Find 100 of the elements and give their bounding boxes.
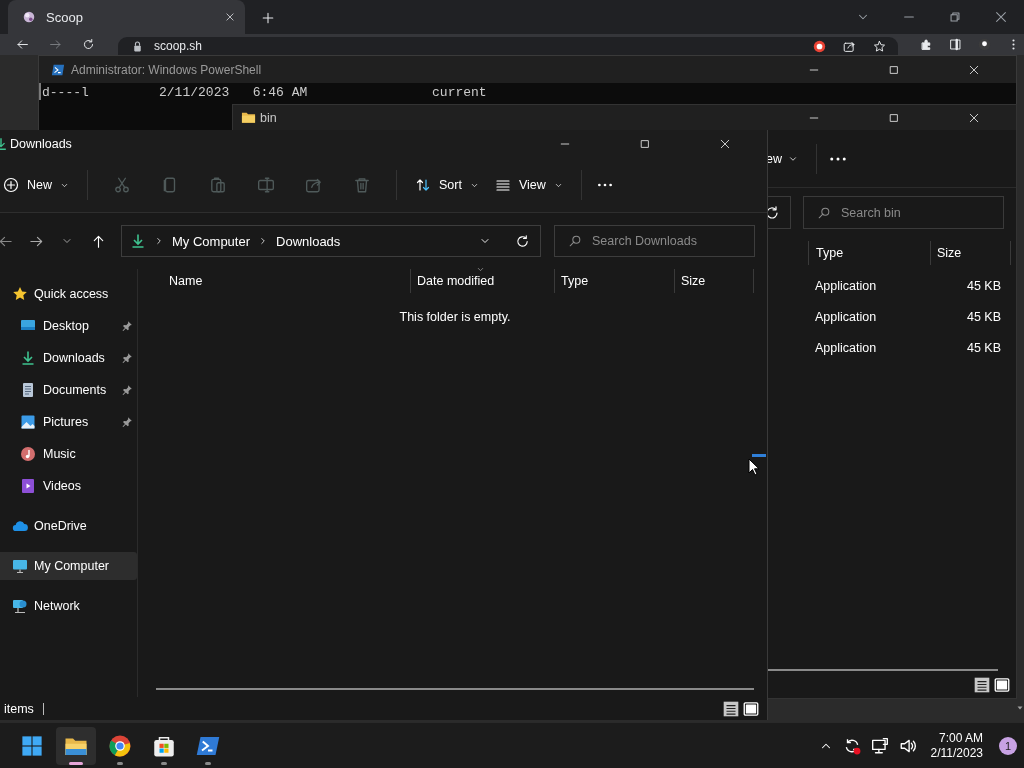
- window-title: bin: [260, 110, 277, 125]
- table-cell-text: Application: [814, 308, 878, 326]
- store-bag-icon: [152, 734, 176, 758]
- search-icon: [817, 205, 831, 220]
- sort-caret-icon: [476, 265, 485, 274]
- powershell-icon: [196, 734, 220, 758]
- share-icon[interactable]: [843, 39, 856, 53]
- folder-icon: [241, 110, 256, 125]
- star-icon: [12, 286, 28, 302]
- close-icon[interactable]: [225, 12, 235, 22]
- scissors-icon: [113, 176, 131, 194]
- rename-icon: [257, 176, 275, 194]
- sort-icon: [415, 177, 431, 193]
- sidebar-item[interactable]: Documents: [0, 376, 137, 404]
- back-icon[interactable]: [16, 38, 29, 51]
- network-icon: [12, 598, 28, 614]
- refresh-icon[interactable]: [515, 233, 530, 249]
- plus-icon[interactable]: [261, 11, 275, 25]
- sidebar-item[interactable]: Desktop: [0, 312, 137, 340]
- reload-icon[interactable]: [82, 38, 95, 51]
- picture-icon: [20, 414, 36, 430]
- search-icon: [568, 234, 582, 248]
- music-icon: [20, 446, 36, 462]
- column-header[interactable]: Type: [808, 241, 930, 265]
- sidebar-item[interactable]: Pictures: [0, 408, 137, 436]
- plus-circle-icon: [3, 177, 19, 193]
- toolbar-menu-button[interactable]: View: [486, 168, 571, 202]
- breadcrumb[interactable]: My Computer: [172, 233, 251, 249]
- column-header[interactable]: Type: [554, 269, 674, 293]
- notification-badge[interactable]: 1: [999, 737, 1017, 755]
- scrollbar[interactable]: [768, 669, 998, 671]
- clock-date[interactable]: 2/11/2023: [930, 746, 983, 761]
- url-text: scoop.sh: [154, 39, 203, 53]
- computer-icon: [12, 558, 28, 574]
- status-text: items: [4, 701, 34, 716]
- table-cell-text: 45 KB: [965, 308, 1002, 326]
- powershell-icon: [51, 62, 65, 77]
- sidebar-item[interactable]: Quick access: [0, 280, 137, 308]
- drag-marker: [752, 454, 766, 457]
- network-icon[interactable]: [870, 737, 889, 755]
- sidebar-item[interactable]: Music: [0, 440, 137, 468]
- tiles-view-icon[interactable]: [993, 675, 1011, 694]
- document-icon: [20, 382, 36, 398]
- taskbar-app-button[interactable]: [56, 727, 96, 765]
- column-header[interactable]: Size: [674, 269, 754, 293]
- details-view-icon[interactable]: [973, 675, 991, 694]
- profile-icon[interactable]: [978, 38, 991, 51]
- paste-icon: [209, 176, 227, 194]
- search-field[interactable]: Search Downloads: [554, 225, 755, 257]
- sidebar-item[interactable]: Network: [0, 592, 137, 620]
- download-icon: [20, 350, 36, 366]
- pin-icon: [121, 352, 133, 364]
- circle-icon: [813, 39, 826, 53]
- sidebar-icon[interactable]: [949, 38, 962, 51]
- column-header[interactable]: Size: [930, 241, 1011, 265]
- details-view-icon[interactable]: [722, 699, 740, 718]
- window-title: Administrator: Windows PowerShell: [71, 62, 262, 77]
- table-cell-text: Application: [814, 277, 878, 295]
- chevron-right-icon: [154, 236, 164, 246]
- empty-message: This folder is empty.: [399, 310, 511, 324]
- column-header[interactable]: Name: [156, 269, 410, 293]
- search-placeholder: Search bin: [841, 205, 901, 220]
- clock-time[interactable]: 7:00 AM: [938, 731, 983, 746]
- puzzle-icon[interactable]: [920, 38, 933, 51]
- scroll-down-icon[interactable]: [1015, 704, 1024, 712]
- ball-icon: [22, 10, 36, 24]
- scrollbar[interactable]: [156, 688, 754, 690]
- delete-icon: [353, 176, 371, 194]
- toolbar-menu-button[interactable]: New: [3, 168, 77, 202]
- browser-tab[interactable]: Scoop: [8, 0, 245, 34]
- table-cell-text: 45 KB: [965, 339, 1002, 357]
- pin-icon: [121, 384, 133, 396]
- sidebar-item[interactable]: Videos: [0, 472, 137, 500]
- cursor-icon: [748, 458, 760, 477]
- star-icon[interactable]: [873, 39, 886, 53]
- browser-icon: [108, 734, 132, 758]
- table-cell-text: 45 KB: [965, 277, 1002, 295]
- video-icon: [20, 478, 36, 494]
- sidebar-item[interactable]: OneDrive: [0, 512, 137, 540]
- window-title: Downloads: [10, 137, 72, 151]
- terminal-line: d----l 2/11/2023 6:46 AM current: [42, 85, 487, 100]
- volume-icon[interactable]: [898, 737, 917, 755]
- toolbar-menu-button[interactable]: Sort: [407, 168, 487, 202]
- cloud-icon: [12, 518, 28, 534]
- pin-icon: [121, 320, 133, 332]
- view-icon: [494, 177, 511, 193]
- search-placeholder: Search Downloads: [592, 234, 697, 248]
- share-icon: [305, 176, 323, 194]
- sidebar-item[interactable]: Downloads: [0, 344, 137, 372]
- lock-icon: [131, 39, 144, 53]
- sidebar-item[interactable]: My Computer: [0, 552, 137, 580]
- download-icon: [130, 233, 146, 249]
- search-field[interactable]: Search bin: [803, 196, 1004, 229]
- address-bar[interactable]: My Computer Downloads: [121, 225, 541, 257]
- address-bar[interactable]: scoop.sh: [118, 37, 898, 55]
- column-header[interactable]: Date modified: [410, 269, 554, 293]
- tiles-view-icon[interactable]: [742, 699, 760, 718]
- table-cell-text: Application: [814, 339, 878, 357]
- windows-logo-icon: [21, 735, 43, 757]
- breadcrumb[interactable]: Downloads: [276, 233, 341, 249]
